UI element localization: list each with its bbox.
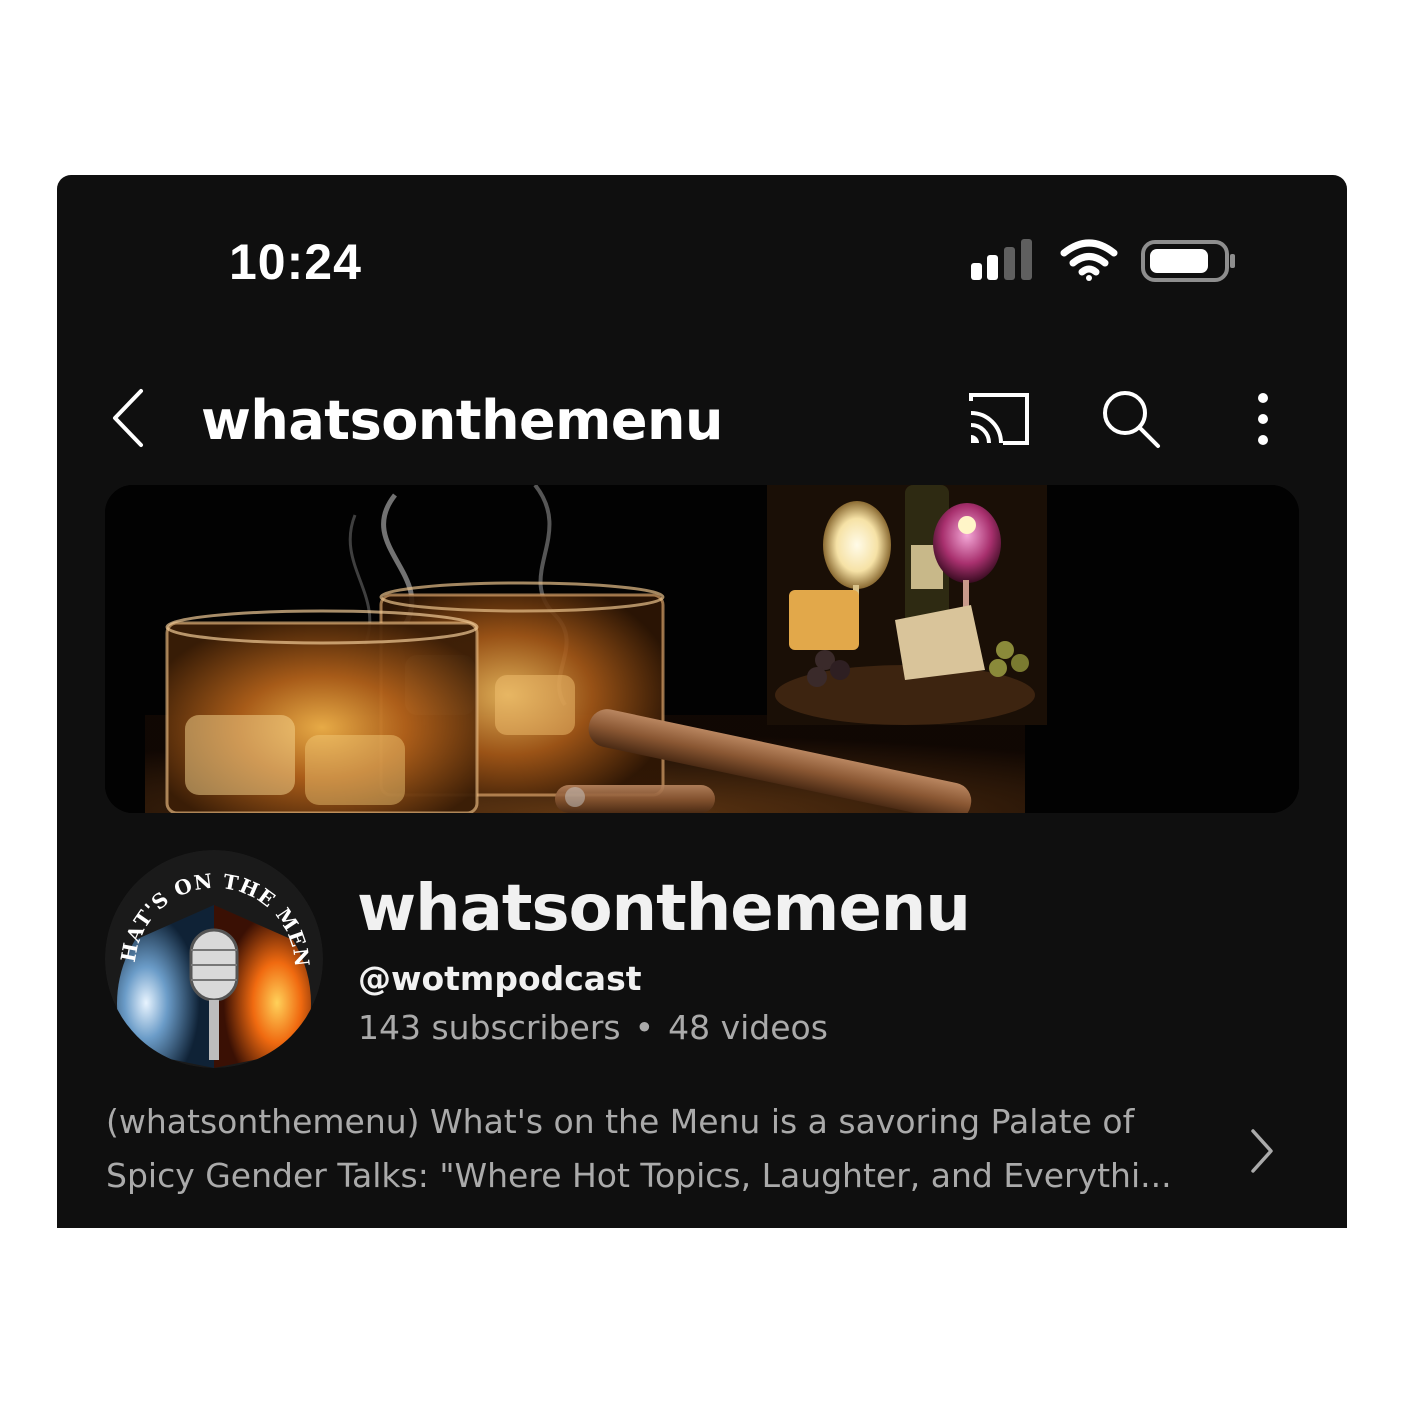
search-icon[interactable]	[1097, 387, 1165, 451]
cellular-signal-icon	[971, 239, 1032, 280]
description-line-1: (whatsonthemenu) What's on the Menu is a…	[106, 1102, 1135, 1141]
cast-icon[interactable]	[963, 387, 1031, 451]
avatar-image: WHAT'S ON THE MENU	[105, 850, 323, 1068]
description-line-2: Spicy Gender Talks: "Where Hot Topics, L…	[106, 1156, 1172, 1195]
channel-handle: @wotmpodcast	[358, 959, 642, 998]
video-count: 48 videos	[668, 1008, 828, 1047]
back-chevron-icon[interactable]	[105, 385, 153, 449]
chevron-right-icon[interactable]	[1243, 1125, 1279, 1177]
battery-icon	[1141, 240, 1235, 282]
channel-avatar[interactable]: WHAT'S ON THE MENU	[105, 850, 323, 1068]
status-icons	[971, 239, 1235, 282]
status-time: 10:24	[229, 234, 362, 290]
channel-description[interactable]: (whatsonthemenu) What's on the Menu is a…	[106, 1095, 1226, 1203]
subscriber-count: 143 subscribers	[358, 1008, 621, 1047]
stats-separator: •	[634, 1008, 655, 1047]
channel-name: whatsonthemenu	[357, 872, 971, 946]
phone-screen: 10:24 whatsonthemenu HAT'S ON THE MEN wh…	[57, 175, 1347, 1228]
banner-image	[105, 485, 1299, 813]
app-bar-title: whatsonthemenu	[201, 389, 723, 452]
wifi-icon	[1060, 239, 1118, 281]
channel-banner[interactable]	[105, 485, 1299, 813]
channel-stats: 143 subscribers • 48 videos	[358, 1007, 828, 1049]
more-vertical-icon[interactable]	[1229, 387, 1297, 451]
